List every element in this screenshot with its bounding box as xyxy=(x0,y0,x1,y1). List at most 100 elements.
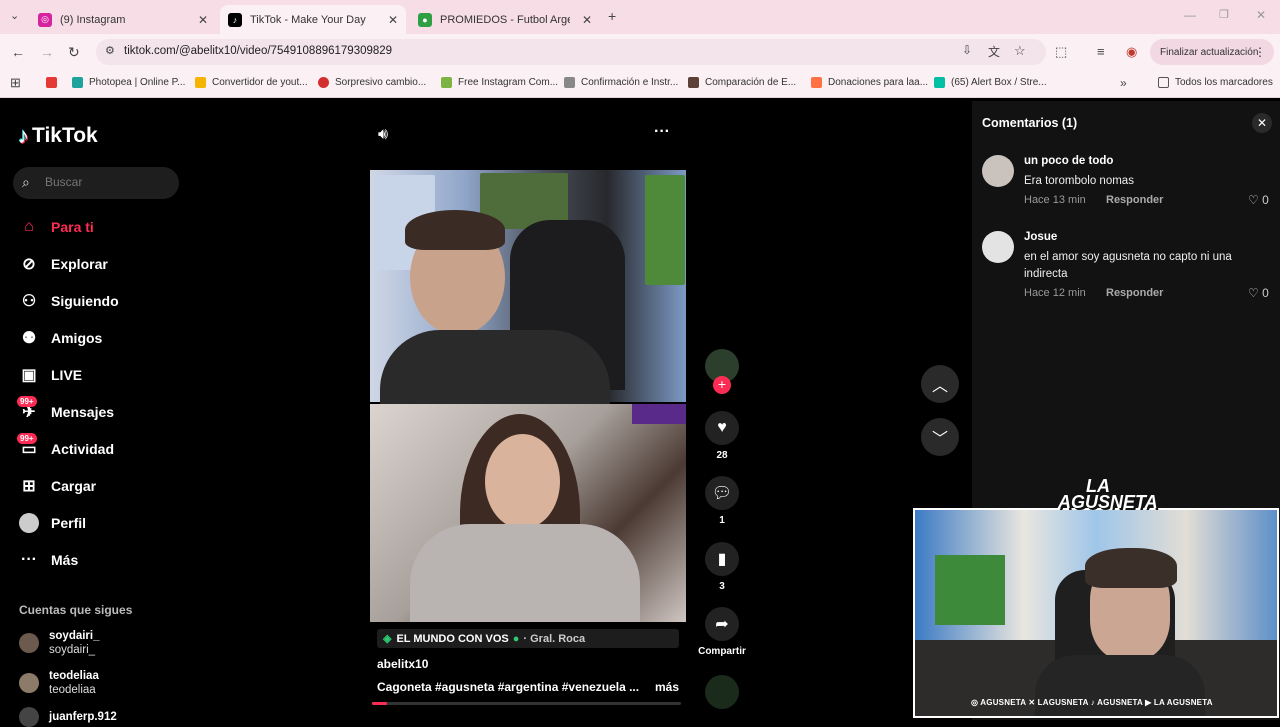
all-bookmarks[interactable]: Todos los marcadores xyxy=(1158,77,1273,88)
nav-explore[interactable]: ⊘ Explorar xyxy=(19,252,108,276)
followed-account[interactable]: teodeliaa teodeliaa xyxy=(19,669,99,697)
home-icon: ⌂ xyxy=(24,218,34,235)
volume-icon[interactable]: 🔊︎ xyxy=(378,126,388,144)
avatar xyxy=(19,707,39,727)
tiktok-logo[interactable]: ♪ TikTok xyxy=(18,123,98,149)
nav-live[interactable]: ▣ LIVE xyxy=(19,363,82,387)
install-icon[interactable]: ⇩ xyxy=(962,43,972,57)
bookmark-item[interactable]: Free Instagram Com... xyxy=(441,77,558,88)
comment-like-button[interactable]: ♡ 0 xyxy=(1248,193,1269,207)
more-options-icon[interactable]: ··· xyxy=(654,123,670,141)
account-name: teodeliaa xyxy=(49,670,99,682)
previous-video-button[interactable]: ︿ xyxy=(921,365,959,403)
tiktok-icon: ♪ xyxy=(228,12,242,27)
person-shirt xyxy=(380,330,610,405)
like-count: 28 xyxy=(716,450,728,461)
video-player[interactable] xyxy=(370,170,686,622)
nav-messages[interactable]: ✈ 99+ Mensajes xyxy=(17,396,115,424)
video-frame-bottom xyxy=(370,404,686,622)
bookmark-item[interactable]: Confirmación e Instr... xyxy=(564,77,678,88)
video-progress-bar[interactable] xyxy=(372,702,681,705)
comment-text: Era torombolo nomas xyxy=(1024,175,1134,187)
translate-icon[interactable]: 文 xyxy=(988,43,1000,60)
back-icon[interactable]: ← xyxy=(11,44,25,60)
more-bookmarks-icon[interactable]: » xyxy=(1120,76,1127,90)
creator-avatar[interactable]: + xyxy=(705,349,739,394)
streamer-shirt xyxy=(1035,655,1205,716)
url-text: tiktok.com/@abelitx10/video/754910889617… xyxy=(124,45,393,57)
window-close-icon[interactable]: ✕ xyxy=(1256,8,1266,22)
like-button[interactable]: ♥ 28 xyxy=(705,411,739,461)
nav-label: Perfil xyxy=(51,515,87,531)
extensions-icon[interactable]: ⬚ xyxy=(1055,44,1067,60)
music-disc[interactable] xyxy=(705,675,739,709)
followed-account[interactable]: soydairi_ soydairi_ xyxy=(19,629,100,657)
bookmark-item[interactable]: Sorpresivo cambio... xyxy=(318,77,426,88)
bookmark-youtube[interactable] xyxy=(46,77,63,88)
update-button[interactable]: Finalizar actualización ⋮ xyxy=(1150,39,1274,65)
comment-user[interactable]: un poco de todo xyxy=(1024,155,1113,167)
apps-icon[interactable]: ⊞ xyxy=(10,75,21,91)
bookmark-item[interactable]: Comparación de E... xyxy=(688,77,796,88)
follow-plus-icon[interactable]: + xyxy=(713,376,731,394)
save-button[interactable]: ▮ 3 xyxy=(705,542,739,592)
caption-more-link[interactable]: más xyxy=(655,680,679,694)
nav-profile[interactable]: Perfil xyxy=(19,511,86,535)
menu-icon[interactable]: ⋮ xyxy=(1254,45,1266,59)
close-icon[interactable]: ✕ xyxy=(582,13,592,27)
share-button[interactable]: ➦ Compartir xyxy=(690,607,754,657)
minimize-icon[interactable]: — xyxy=(1184,8,1196,22)
bookmark-item[interactable]: Donaciones para laa... xyxy=(811,77,928,88)
forward-icon[interactable]: → xyxy=(40,44,54,60)
nav-activity[interactable]: ▭ 99+ Actividad xyxy=(17,433,114,461)
save-count: 3 xyxy=(719,581,725,592)
person-face xyxy=(485,434,560,529)
search-box[interactable]: ⌕ xyxy=(13,167,179,199)
tab-search-icon[interactable]: ⌄ xyxy=(10,9,19,22)
comment-like-count: 0 xyxy=(1262,193,1269,207)
site-info-icon[interactable]: ⚙ xyxy=(105,44,115,57)
nav-upload[interactable]: ⊞ Cargar xyxy=(19,474,96,498)
close-comments-button[interactable]: ✕ xyxy=(1252,113,1272,133)
profile-avatar xyxy=(19,513,39,533)
search-input[interactable] xyxy=(45,175,165,189)
media-icon[interactable]: ≡ xyxy=(1097,44,1105,59)
profile-icon[interactable]: ◉ xyxy=(1126,44,1137,60)
nav-following[interactable]: ⚇ Siguiendo xyxy=(19,289,119,313)
reload-icon[interactable]: ↻ xyxy=(68,44,80,61)
reply-button[interactable]: Responder xyxy=(1106,194,1163,206)
heart-icon: ♥ xyxy=(705,411,739,445)
new-tab-icon[interactable]: + xyxy=(608,8,616,24)
close-icon[interactable]: ✕ xyxy=(198,13,208,27)
url-field[interactable]: ⚙ tiktok.com/@abelitx10/video/7549108896… xyxy=(96,39,1046,65)
bookmark-label: Sorpresivo cambio... xyxy=(335,77,427,88)
tab-promiedos[interactable]: ● PROMIEDOS - Futbol Argentino ✕ xyxy=(410,5,600,34)
tab-instagram[interactable]: ◎ (9) Instagram ✕ xyxy=(30,5,216,34)
search-icon: ⌕ xyxy=(22,174,30,190)
tab-tiktok[interactable]: ♪ TikTok - Make Your Day ✕ xyxy=(220,5,406,34)
bookmark-label: Confirmación e Instr... xyxy=(581,77,679,88)
comment-button[interactable]: 💬︎ 1 xyxy=(705,476,739,526)
nav-label: Explorar xyxy=(51,256,108,272)
video-author[interactable]: abelitx10 xyxy=(377,657,679,671)
bookmark-item[interactable]: (65) Alert Box / Stre... xyxy=(934,77,1047,88)
bookmark-item[interactable]: Convertidor de yout... xyxy=(195,77,308,88)
live-icon: ▣ xyxy=(21,367,37,384)
star-icon[interactable]: ☆ xyxy=(1014,43,1026,59)
avatar[interactable] xyxy=(982,155,1014,187)
comment-user[interactable]: Josue xyxy=(1024,231,1057,243)
bookmark-item[interactable]: Photopea | Online P... xyxy=(72,77,185,88)
nav-for-you[interactable]: ⌂ Para ti xyxy=(19,215,94,239)
nav-friends[interactable]: ⚉ Amigos xyxy=(19,326,103,350)
nav-more[interactable]: ··· Más xyxy=(19,548,78,572)
close-icon[interactable]: ✕ xyxy=(388,13,398,27)
reply-button[interactable]: Responder xyxy=(1106,287,1163,299)
next-video-button[interactable]: ﹀ xyxy=(921,418,959,456)
poster-image xyxy=(935,555,1005,625)
restore-icon[interactable]: ❐ xyxy=(1219,8,1229,21)
comment-like-button[interactable]: ♡ 0 xyxy=(1248,286,1269,300)
location-tag[interactable]: ◈ EL MUNDO CON VOS ● · Gral. Roca xyxy=(377,629,679,648)
avatar[interactable] xyxy=(982,231,1014,263)
followed-account[interactable]: juanferp.912 xyxy=(19,707,117,727)
nav-label: Mensajes xyxy=(51,404,115,420)
